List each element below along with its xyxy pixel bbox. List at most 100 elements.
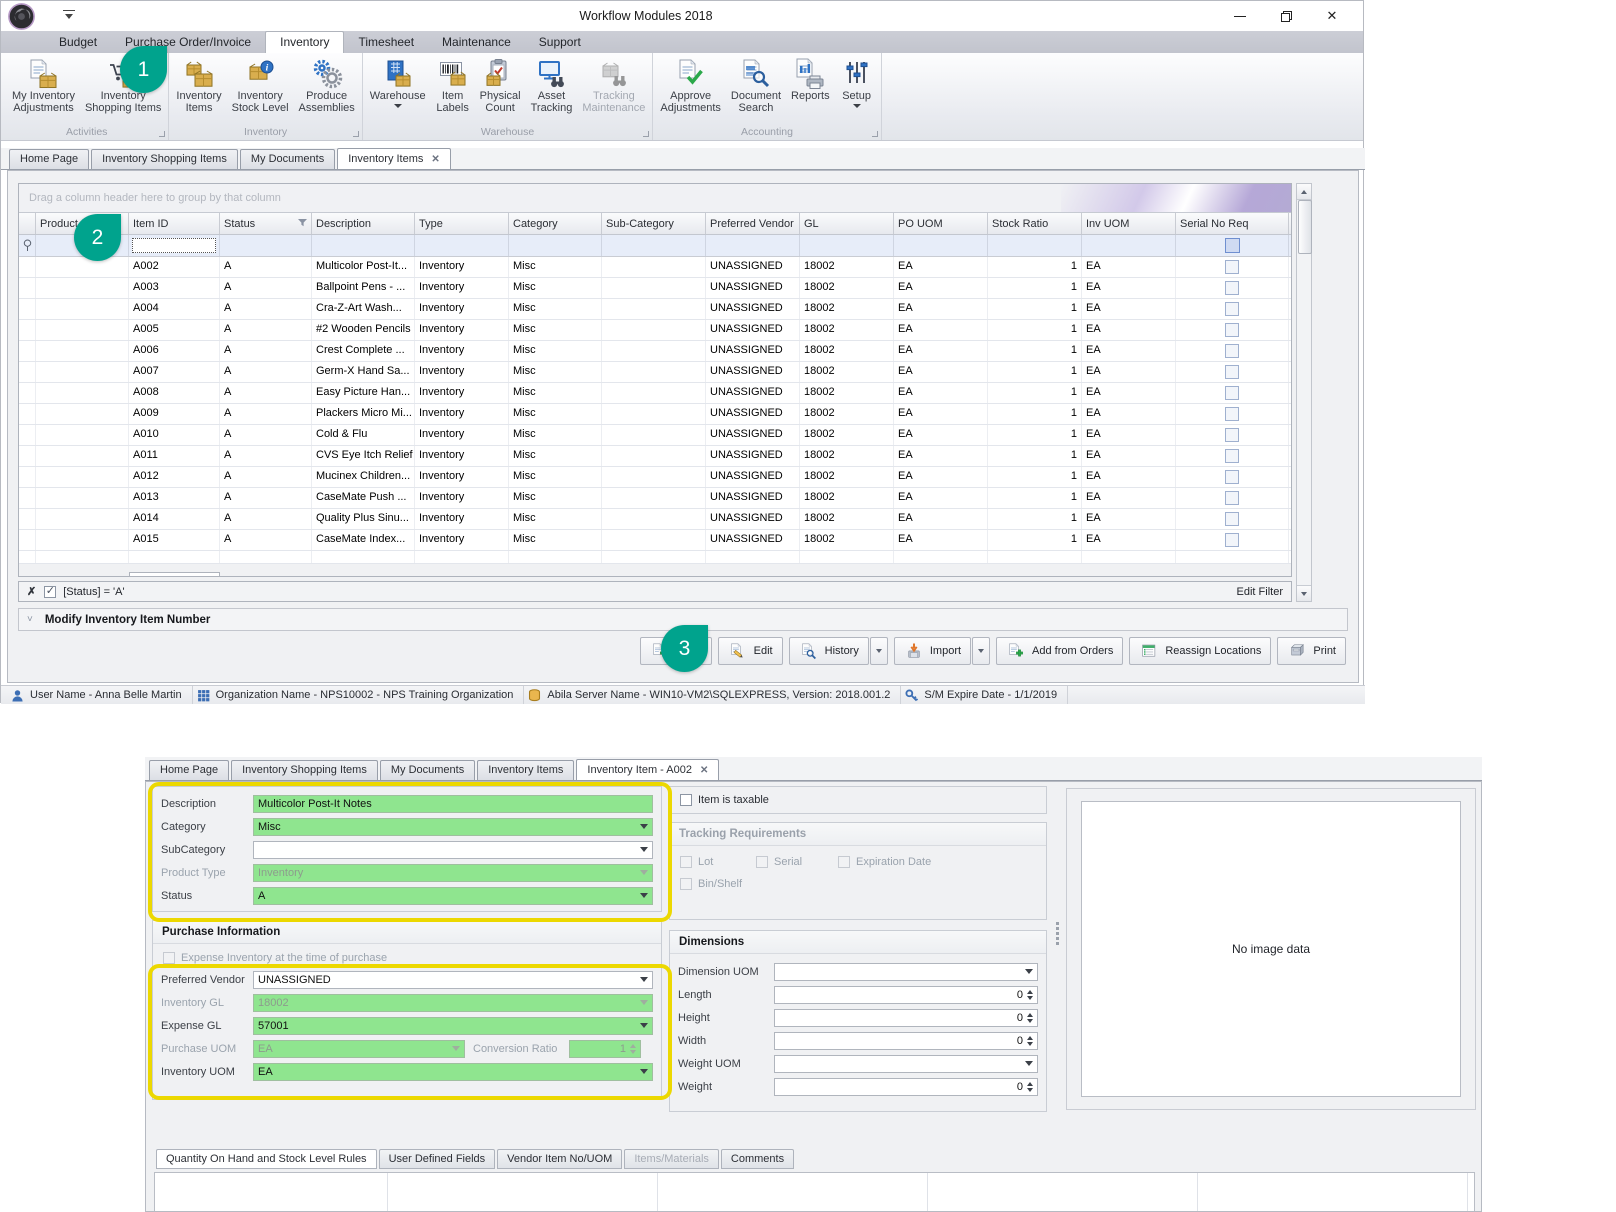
ribbon-tab-budget[interactable]: Budget [45, 32, 111, 53]
item-id-filter-input[interactable] [132, 238, 216, 253]
scroll-down-icon[interactable] [1297, 585, 1311, 601]
spinner-buttons[interactable] [1027, 990, 1033, 1000]
table-row-a003[interactable]: A003ABallpoint Pens - ...InventoryMiscUN… [19, 278, 1291, 299]
table-row-a015[interactable]: A015ACaseMate Index...InventoryMiscUNASS… [19, 530, 1291, 551]
ribbon-button-asset-tracking[interactable]: Asset Tracking [526, 56, 578, 116]
status-field[interactable]: A [253, 887, 653, 905]
column-header-gl[interactable]: GL [800, 213, 894, 234]
edit-filter-link[interactable]: Edit Filter [1237, 586, 1283, 598]
subcategory-field[interactable] [253, 841, 653, 859]
weight-uom-field[interactable] [774, 1055, 1038, 1073]
group-dialog-launcher-icon[interactable] [643, 131, 649, 137]
column-header-serial-no-req[interactable]: Serial No Req [1176, 213, 1289, 234]
tab-inventory-shopping-items[interactable]: Inventory Shopping Items [91, 149, 238, 169]
ribbon-button-warehouse[interactable]: Warehouse [365, 56, 431, 110]
column-header-type[interactable]: Type [415, 213, 509, 234]
column-header-preferred-vendor[interactable]: Preferred Vendor [706, 213, 800, 234]
column-header-description[interactable]: Description [312, 213, 415, 234]
bottom-tab-quantity-on-hand-and-stock-level-rules[interactable]: Quantity On Hand and Stock Level Rules [156, 1149, 377, 1169]
table-row-a007[interactable]: A007AGerm-X Hand Sa...InventoryMiscUNASS… [19, 362, 1291, 383]
collapse-chevron-icon[interactable]: ˅ [27, 614, 33, 625]
description-field[interactable]: Multicolor Post-It Notes [253, 795, 653, 813]
height-field[interactable]: 0 [774, 1009, 1038, 1027]
bottom-tab-user-defined-fields[interactable]: User Defined Fields [379, 1149, 496, 1169]
ribbon-tab-support[interactable]: Support [525, 32, 595, 53]
detail-tab-home-page[interactable]: Home Page [149, 760, 229, 780]
ribbon-button-document-search[interactable]: Document Search [726, 56, 786, 116]
group-dialog-launcher-icon[interactable] [872, 131, 878, 137]
detail-tab-inventory-shopping-items[interactable]: Inventory Shopping Items [231, 760, 378, 780]
inventory-uom-field[interactable]: EA [253, 1063, 653, 1081]
width-field[interactable]: 0 [774, 1032, 1038, 1050]
bottom-tab-vendor-item-no-uom[interactable]: Vendor Item No/UOM [497, 1149, 622, 1169]
detail-tab-inventory-item-a002[interactable]: Inventory Item - A002✕ [576, 759, 719, 780]
group-by-panel[interactable]: Drag a column header here to group by th… [19, 184, 1291, 213]
column-header-po-uom[interactable]: PO UOM [894, 213, 988, 234]
tab-home-page[interactable]: Home Page [9, 149, 89, 169]
category-field[interactable]: Misc [253, 818, 653, 836]
history-button[interactable]: History [789, 637, 869, 665]
ribbon-button-reports[interactable]: Reports [786, 56, 835, 104]
ribbon-button-produce-assemblies[interactable]: Produce Assemblies [294, 56, 360, 116]
minimize-button[interactable] [1217, 1, 1263, 31]
edit-button[interactable]: Edit [718, 637, 783, 665]
length-field[interactable]: 0 [774, 986, 1038, 1004]
table-row-a006[interactable]: A006ACrest Complete ...InventoryMiscUNAS… [19, 341, 1291, 362]
ribbon-button-inventory-items[interactable]: Inventory Items [171, 56, 226, 116]
ribbon-button-item-labels[interactable]: Item Labels [431, 56, 475, 116]
preferred-vendor-field[interactable]: UNASSIGNED [253, 971, 653, 989]
table-row-a010[interactable]: A010ACold & FluInventoryMiscUNASSIGNED18… [19, 425, 1291, 446]
column-header-status[interactable]: Status [220, 213, 312, 234]
spinner-buttons[interactable] [1027, 1013, 1033, 1023]
group-dialog-launcher-icon[interactable] [353, 131, 359, 137]
scroll-thumb[interactable] [1298, 200, 1312, 254]
tab-my-documents[interactable]: My Documents [240, 149, 335, 169]
serial-filter-checkbox[interactable] [1225, 238, 1240, 253]
close-button[interactable]: ✕ [1309, 1, 1355, 31]
detail-tab-inventory-items[interactable]: Inventory Items [477, 760, 574, 780]
ribbon-button-approve-adjustments[interactable]: Approve Adjustments [655, 56, 726, 116]
grid-vertical-scrollbar[interactable] [1296, 183, 1312, 602]
filter-cell-item-id[interactable] [129, 235, 220, 256]
column-header-sub-category[interactable]: Sub-Category [602, 213, 706, 234]
reassign-locations-button[interactable]: Reassign Locations [1129, 637, 1271, 665]
clear-filter-icon[interactable]: ✗ [27, 585, 36, 598]
ribbon-button-inventory-stock-level[interactable]: iInventory Stock Level [227, 56, 294, 116]
ribbon-button-my-inventory-adjustments[interactable]: My Inventory Adjustments [7, 56, 80, 116]
column-header-item-id[interactable]: Item ID [129, 213, 220, 234]
add-from-orders-button[interactable]: Add from Orders [996, 637, 1123, 665]
detail-tab-my-documents[interactable]: My Documents [380, 760, 475, 780]
restore-button[interactable] [1263, 1, 1309, 31]
spinner-buttons[interactable] [1027, 1036, 1033, 1046]
table-row-a002[interactable]: A002AMulticolor Post-It...InventoryMiscU… [19, 257, 1291, 278]
scroll-up-icon[interactable] [1297, 184, 1311, 200]
table-row-a011[interactable]: A011ACVS Eye Itch ReliefInventoryMiscUNA… [19, 446, 1291, 467]
dimension-uom-field[interactable] [774, 963, 1038, 981]
filter-enabled-checkbox[interactable] [44, 586, 56, 598]
filter-cell-serial-no-req[interactable] [1176, 235, 1289, 256]
expense-gl-field[interactable]: 57001 [253, 1017, 653, 1035]
print-button[interactable]: Print [1277, 637, 1346, 665]
ribbon-tab-maintenance[interactable]: Maintenance [428, 32, 525, 53]
column-header-inv-uom[interactable]: Inv UOM [1082, 213, 1176, 234]
import-dropdown-button[interactable] [972, 637, 990, 665]
panel-splitter[interactable] [1054, 910, 1061, 956]
tab-close-icon[interactable]: ✕ [431, 154, 439, 165]
ribbon-button-setup[interactable]: Setup [835, 56, 879, 110]
ribbon-tab-timesheet[interactable]: Timesheet [344, 32, 428, 53]
column-header-stock-ratio[interactable]: Stock Ratio [988, 213, 1082, 234]
import-button[interactable]: Import [894, 637, 971, 665]
ribbon-button-physical-count[interactable]: Physical Count [475, 56, 526, 116]
table-row-a012[interactable]: A012AMucinex Children...InventoryMiscUNA… [19, 467, 1291, 488]
table-row-a009[interactable]: A009APlackers Micro Mi...InventoryMiscUN… [19, 404, 1291, 425]
tab-close-icon[interactable]: ✕ [700, 765, 708, 776]
history-dropdown-button[interactable] [870, 637, 888, 665]
item-taxable-checkbox[interactable] [680, 794, 692, 806]
column-header-category[interactable]: Category [509, 213, 602, 234]
bottom-tab-comments[interactable]: Comments [721, 1149, 794, 1169]
ribbon-tab-inventory[interactable]: Inventory [265, 31, 344, 53]
table-row-a008[interactable]: A008AEasy Picture Han...InventoryMiscUNA… [19, 383, 1291, 404]
table-row-a014[interactable]: A014AQuality Plus Sinu...InventoryMiscUN… [19, 509, 1291, 530]
tab-inventory-items[interactable]: Inventory Items✕ [337, 148, 451, 169]
table-row-a005[interactable]: A005A#2 Wooden PencilsInventoryMiscUNASS… [19, 320, 1291, 341]
